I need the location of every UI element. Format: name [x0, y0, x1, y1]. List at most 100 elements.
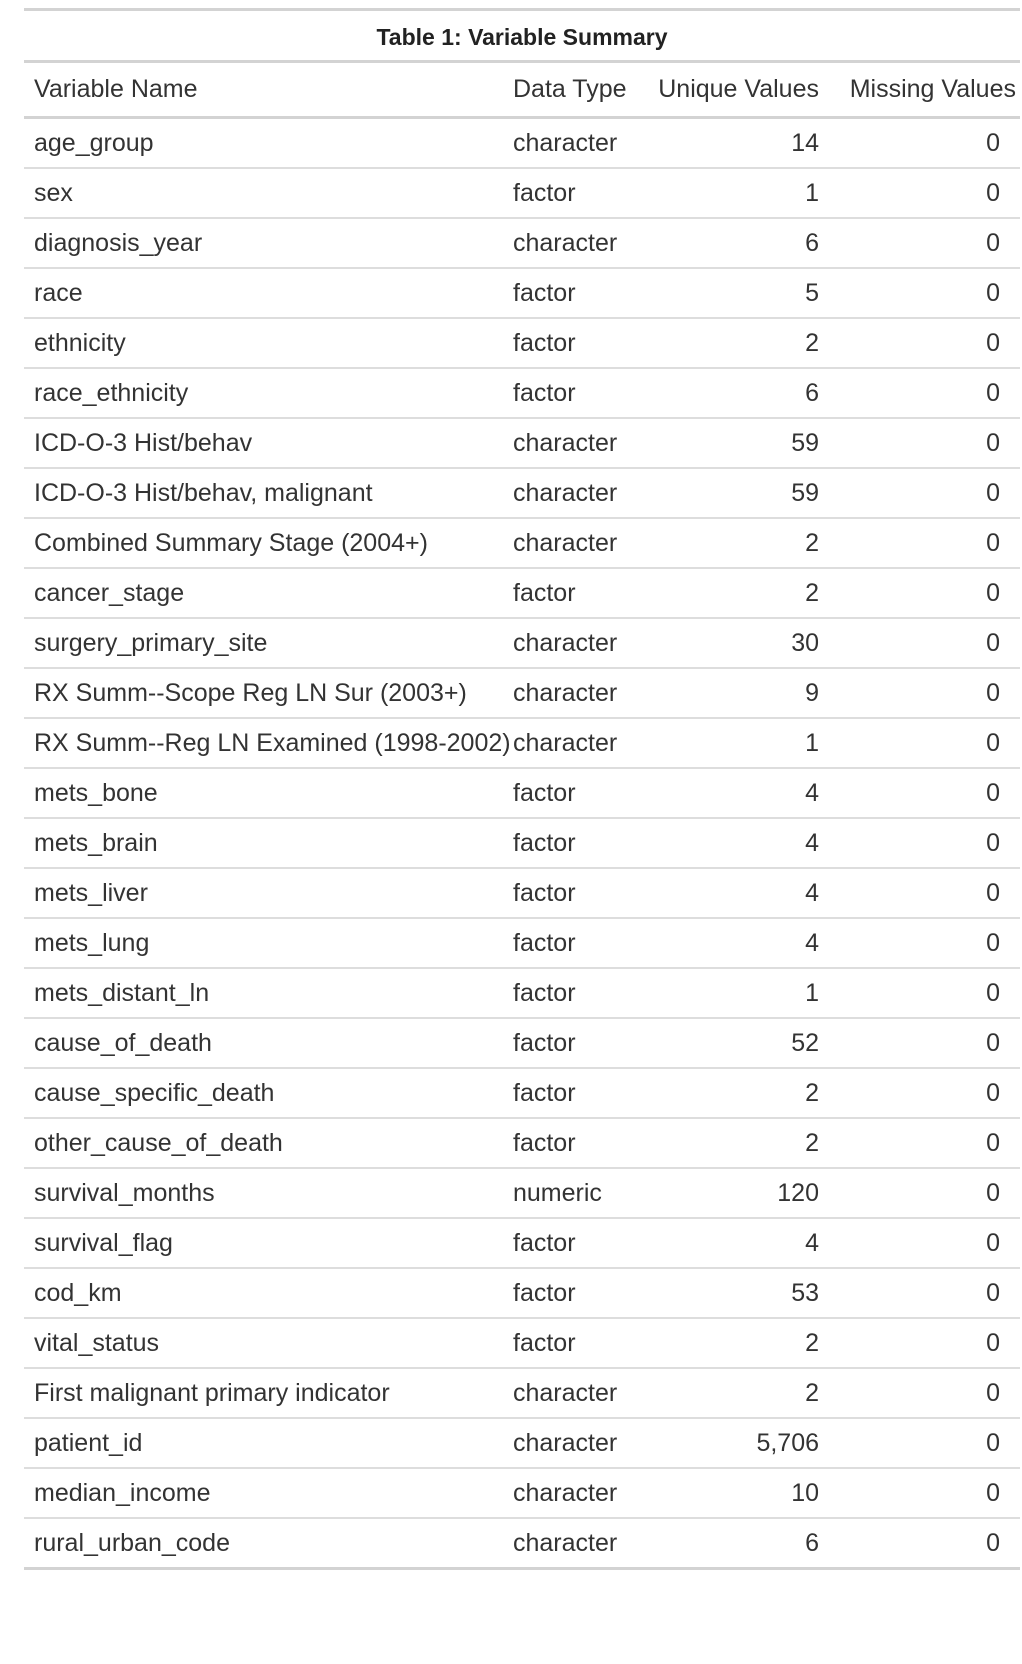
cell-unique-values: 2 — [645, 1318, 823, 1369]
cell-missing-values: 0 — [823, 1068, 1020, 1119]
table-row: cause_of_death factor 52 0 — [24, 1018, 1020, 1069]
cell-variable-name: race_ethnicity — [24, 368, 513, 419]
cell-data-type: character — [513, 218, 645, 269]
table-row: rural_urban_code character 6 0 — [24, 1518, 1020, 1570]
cell-missing-values: 0 — [823, 1518, 1020, 1570]
cell-variable-name: rural_urban_code — [24, 1518, 513, 1570]
cell-variable-name: mets_brain — [24, 818, 513, 869]
table-row: mets_lung factor 4 0 — [24, 918, 1020, 969]
cell-data-type: factor — [513, 168, 645, 219]
cell-data-type: factor — [513, 318, 645, 369]
cell-variable-name: sex — [24, 168, 513, 219]
table-row: age_group character 14 0 — [24, 117, 1020, 169]
cell-unique-values: 2 — [645, 318, 823, 369]
cell-missing-values: 0 — [823, 117, 1020, 169]
table-row: ICD-O-3 Hist/behav, malignant character 59… — [24, 468, 1020, 519]
cell-data-type: numeric — [513, 1168, 645, 1219]
cell-unique-values: 120 — [645, 1168, 823, 1219]
variable-summary-table-container: Table 1: Variable Summary Variable Name … — [24, 8, 1020, 1570]
cell-unique-values: 14 — [645, 117, 823, 169]
cell-data-type: factor — [513, 1318, 645, 1369]
cell-variable-name: mets_liver — [24, 868, 513, 919]
table-row: RX Summ--Reg LN Examined (1998-2002) char… — [24, 718, 1020, 769]
cell-missing-values: 0 — [823, 418, 1020, 469]
table-row: RX Summ--Scope Reg LN Sur (2003+) charact… — [24, 668, 1020, 719]
cell-unique-values: 9 — [645, 668, 823, 719]
cell-data-type: character — [513, 1468, 645, 1519]
cell-variable-name: survival_months — [24, 1168, 513, 1219]
cell-data-type: factor — [513, 1068, 645, 1119]
cell-missing-values: 0 — [823, 818, 1020, 869]
cell-unique-values: 6 — [645, 218, 823, 269]
cell-unique-values: 2 — [645, 1068, 823, 1119]
table-row: cancer_stage factor 2 0 — [24, 568, 1020, 619]
cell-unique-values: 2 — [645, 518, 823, 569]
table-row: mets_liver factor 4 0 — [24, 868, 1020, 919]
cell-unique-values: 4 — [645, 918, 823, 969]
cell-variable-name: median_income — [24, 1468, 513, 1519]
cell-data-type: factor — [513, 918, 645, 969]
cell-data-type: factor — [513, 768, 645, 819]
cell-unique-values: 2 — [645, 1118, 823, 1169]
table-row: other_cause_of_death factor 2 0 — [24, 1118, 1020, 1169]
cell-unique-values: 1 — [645, 168, 823, 219]
cell-unique-values: 30 — [645, 618, 823, 669]
table-row: First malignant primary indicator charact… — [24, 1368, 1020, 1419]
cell-unique-values: 6 — [645, 368, 823, 419]
header-missing-values: Missing Values — [823, 63, 1020, 119]
table-row: mets_bone factor 4 0 — [24, 768, 1020, 819]
table-row: ethnicity factor 2 0 — [24, 318, 1020, 369]
cell-data-type: factor — [513, 818, 645, 869]
variable-summary-table: Variable Name Data Type Unique Values Mi… — [24, 63, 1020, 1570]
cell-unique-values: 1 — [645, 718, 823, 769]
cell-variable-name: First malignant primary indicator — [24, 1368, 513, 1419]
table-row: mets_brain factor 4 0 — [24, 818, 1020, 869]
cell-variable-name: other_cause_of_death — [24, 1118, 513, 1169]
cell-variable-name: patient_id — [24, 1418, 513, 1469]
cell-data-type: factor — [513, 268, 645, 319]
cell-unique-values: 2 — [645, 1368, 823, 1419]
table-row: race_ethnicity factor 6 0 — [24, 368, 1020, 419]
cell-variable-name: RX Summ--Scope Reg LN Sur (2003+) — [24, 668, 513, 719]
cell-variable-name: ICD-O-3 Hist/behav, malignant — [24, 468, 513, 519]
table-row: survival_months numeric 120 0 — [24, 1168, 1020, 1219]
cell-data-type: factor — [513, 1118, 645, 1169]
table-row: sex factor 1 0 — [24, 168, 1020, 219]
cell-missing-values: 0 — [823, 1018, 1020, 1069]
cell-unique-values: 5 — [645, 268, 823, 319]
cell-variable-name: cancer_stage — [24, 568, 513, 619]
cell-missing-values: 0 — [823, 918, 1020, 969]
cell-unique-values: 2 — [645, 568, 823, 619]
cell-variable-name: Combined Summary Stage (2004+) — [24, 518, 513, 569]
cell-missing-values: 0 — [823, 718, 1020, 769]
table-row: race factor 5 0 — [24, 268, 1020, 319]
cell-variable-name: cause_specific_death — [24, 1068, 513, 1119]
cell-unique-values: 59 — [645, 418, 823, 469]
cell-unique-values: 1 — [645, 968, 823, 1019]
cell-unique-values: 52 — [645, 1018, 823, 1069]
cell-unique-values: 4 — [645, 768, 823, 819]
cell-data-type: character — [513, 1418, 645, 1469]
cell-data-type: factor — [513, 868, 645, 919]
cell-variable-name: ICD-O-3 Hist/behav — [24, 418, 513, 469]
table-header-row: Variable Name Data Type Unique Values Mi… — [24, 63, 1020, 119]
table-row: diagnosis_year character 6 0 — [24, 218, 1020, 269]
cell-unique-values: 5,706 — [645, 1418, 823, 1469]
cell-unique-values: 59 — [645, 468, 823, 519]
cell-variable-name: race — [24, 268, 513, 319]
cell-data-type: character — [513, 518, 645, 569]
cell-missing-values: 0 — [823, 1468, 1020, 1519]
cell-missing-values: 0 — [823, 268, 1020, 319]
cell-missing-values: 0 — [823, 968, 1020, 1019]
cell-missing-values: 0 — [823, 1268, 1020, 1319]
cell-variable-name: mets_lung — [24, 918, 513, 969]
cell-data-type: character — [513, 718, 645, 769]
cell-data-type: factor — [513, 368, 645, 419]
cell-data-type: character — [513, 1368, 645, 1419]
table-row: survival_flag factor 4 0 — [24, 1218, 1020, 1269]
cell-data-type: character — [513, 668, 645, 719]
cell-missing-values: 0 — [823, 668, 1020, 719]
cell-variable-name: diagnosis_year — [24, 218, 513, 269]
cell-variable-name: vital_status — [24, 1318, 513, 1369]
cell-missing-values: 0 — [823, 568, 1020, 619]
